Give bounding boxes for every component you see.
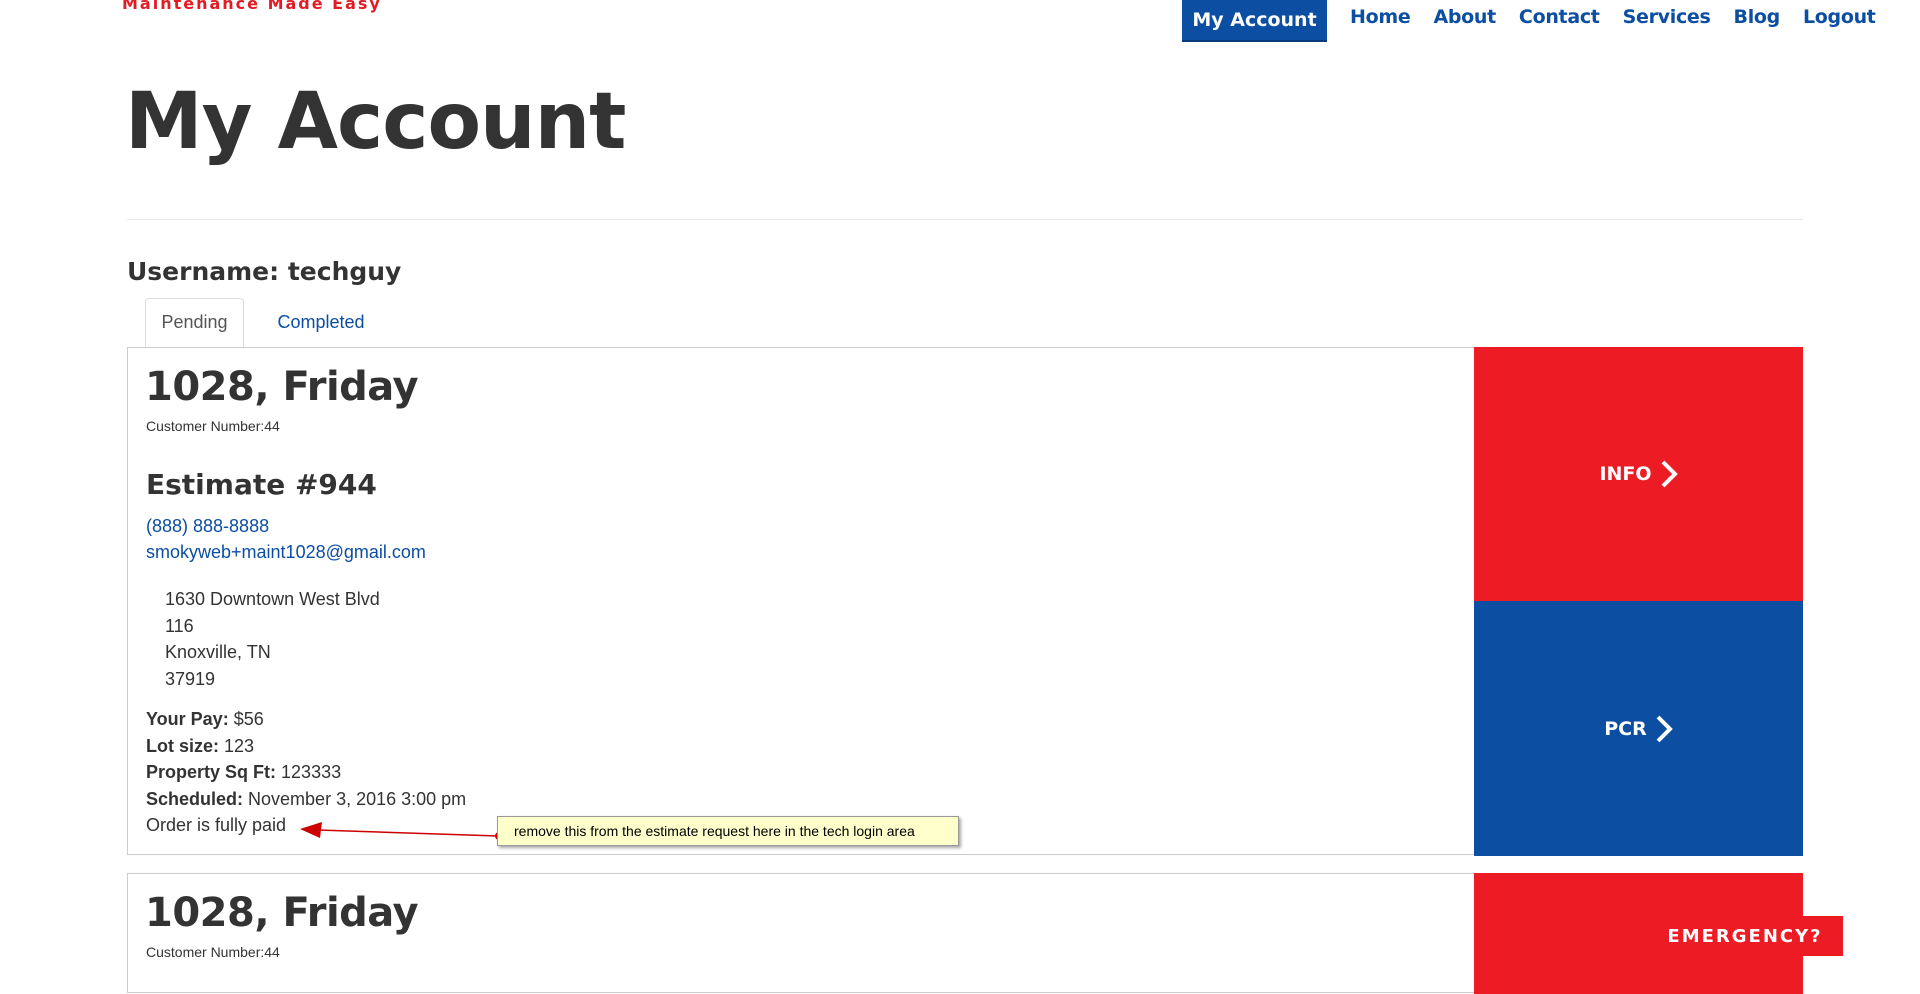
divider	[127, 219, 1803, 220]
address-line: 1630 Downtown West Blvd	[165, 589, 380, 609]
detail-label: Property Sq Ft:	[146, 762, 277, 782]
detail-label: Scheduled:	[146, 788, 244, 809]
page-title: My Account	[125, 77, 626, 167]
detail-label: Lot size:	[146, 735, 220, 756]
nav-logout[interactable]: Logout	[1803, 6, 1876, 28]
detail-value: $56	[233, 709, 264, 729]
detail-label: Your Pay:	[146, 709, 229, 729]
order-tabs: Pending Completed	[127, 298, 1803, 347]
pcr-button[interactable]: PCR	[1474, 601, 1803, 856]
email-link[interactable]: smokyweb+maint1028@gmail.com	[146, 542, 426, 563]
address-line: 37919	[165, 668, 216, 689]
nav-blog[interactable]: Blog	[1734, 6, 1781, 28]
estimate-heading: Estimate #944	[146, 468, 377, 501]
nav-links: Home About Contact Services Blog Logout	[1350, 0, 1899, 34]
pcr-button-label: PCR	[1604, 717, 1647, 740]
emergency-button[interactable]: EMERGENCY?	[1647, 916, 1843, 956]
info-button-label: INFO	[1599, 463, 1652, 485]
tab-pending[interactable]: Pending	[145, 298, 244, 347]
detail-value: 123	[224, 735, 255, 756]
chevron-right-icon	[1661, 460, 1678, 488]
address-block: 1630 Downtown West Blvd 116 Knoxville, T…	[165, 586, 380, 692]
detail-scheduled: Scheduled: November 3, 2016 3:00 pm	[146, 786, 466, 813]
nav-home[interactable]: Home	[1350, 6, 1411, 28]
customer-number: Customer Number:44	[146, 418, 280, 434]
payment-status: Order is fully paid	[146, 815, 287, 835]
main-nav: My Account Home About Contact Services B…	[0, 0, 1920, 42]
address-line: Knoxville, TN	[165, 642, 271, 662]
tab-completed[interactable]: Completed	[253, 298, 389, 347]
nav-contact[interactable]: Contact	[1519, 6, 1600, 28]
order-card: 1028, Friday Customer Number:44	[127, 873, 1803, 994]
chevron-right-icon	[1656, 715, 1673, 742]
order-title: 1028, Friday	[145, 890, 419, 936]
customer-number: Customer Number:44	[146, 944, 280, 960]
annotation-note: remove this from the estimate request he…	[497, 816, 959, 846]
detail-pay: Your Pay: $56	[146, 706, 466, 733]
order-title: 1028, Friday	[145, 364, 419, 410]
phone-link[interactable]: (888) 888-8888	[146, 516, 269, 537]
order-details: Your Pay: $56 Lot size: 123 Property Sq …	[146, 706, 466, 839]
nav-my-account[interactable]: My Account	[1182, 0, 1327, 42]
detail-value: 123333	[281, 762, 342, 782]
username-heading: Username: techguy	[127, 257, 402, 286]
nav-services[interactable]: Services	[1623, 6, 1711, 28]
address-line: 116	[165, 615, 194, 636]
nav-about[interactable]: About	[1433, 6, 1496, 28]
detail-sq-ft: Property Sq Ft: 123333	[146, 759, 466, 786]
info-button[interactable]: INFO	[1474, 347, 1803, 601]
order-card: 1028, Friday Customer Number:44 Estimate…	[127, 347, 1803, 856]
detail-value: November 3, 2016 3:00 pm	[248, 788, 467, 809]
detail-lot-size: Lot size: 123	[146, 733, 466, 760]
